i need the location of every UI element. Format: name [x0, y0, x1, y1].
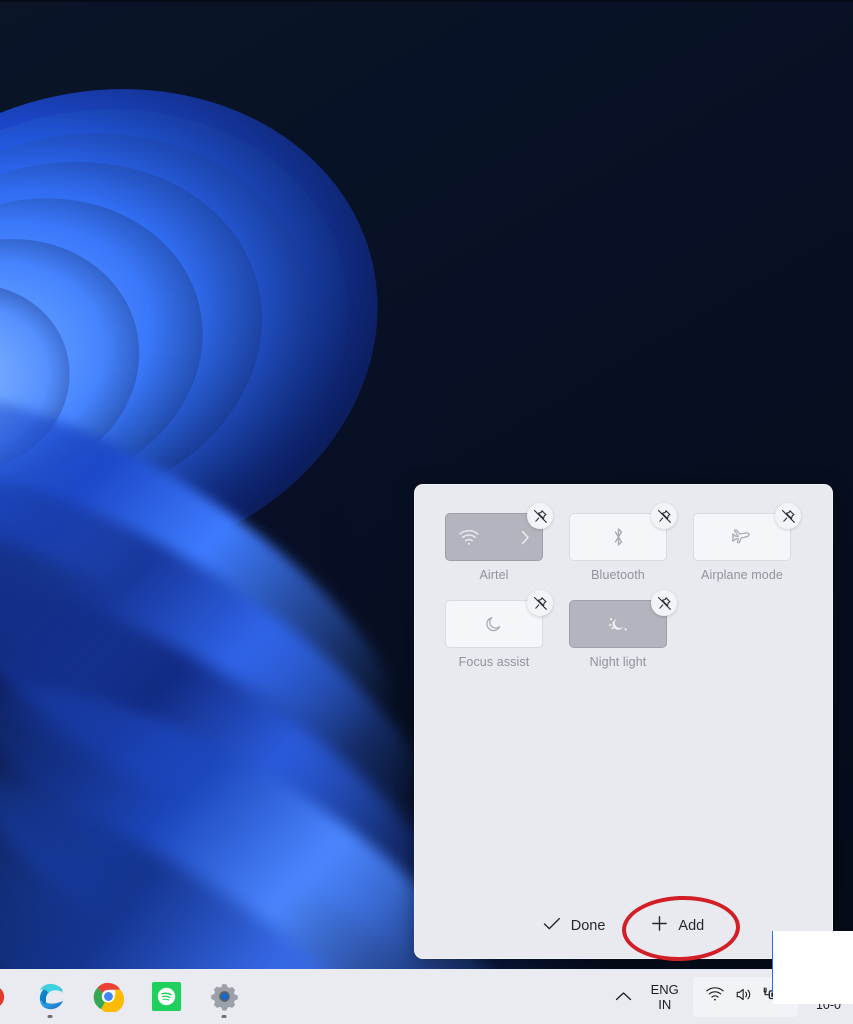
tile-wifi[interactable]: [445, 503, 553, 561]
tile-cell-focus-assist: Focus assist: [445, 590, 553, 669]
tile-label-bluetooth: Bluetooth: [591, 568, 645, 582]
wifi-icon: [458, 529, 480, 546]
taskbar-app-microsoft-edge[interactable]: [30, 969, 70, 1024]
tile-focus-assist[interactable]: [445, 590, 553, 648]
gear-icon: [210, 984, 238, 1011]
done-button[interactable]: Done: [537, 913, 612, 939]
language-indicator[interactable]: ENG IN: [641, 982, 689, 1012]
edge-icon: [39, 983, 63, 1010]
taskbar-running-indicator: [47, 1015, 53, 1018]
chevron-right-icon[interactable]: [521, 530, 530, 545]
bluetooth-icon: [611, 526, 626, 548]
tile-cell-airplane-mode: Airplane mode: [693, 503, 801, 582]
tile-label-night-light: Night light: [589, 655, 647, 669]
tile-row-1: Airtel Bluetooth Airplane mode: [445, 503, 802, 582]
taskbar-app-area: [0, 969, 244, 1024]
tile-cell-night-light: Night light: [569, 590, 677, 669]
tile-label-wifi: Airtel: [479, 568, 509, 582]
desktop-screen: Airtel Bluetooth Airplane mode Focus ass…: [0, 0, 853, 1024]
volume-icon[interactable]: [734, 986, 754, 1008]
plus-icon: [651, 915, 668, 936]
white-overlay-artifact: [773, 931, 853, 1004]
unpin-icon[interactable]: [651, 590, 677, 616]
tile-bluetooth[interactable]: [569, 503, 677, 561]
done-label: Done: [570, 917, 606, 934]
tile-label-focus-assist: Focus assist: [458, 655, 530, 669]
tile-cell-bluetooth: Bluetooth: [569, 503, 677, 582]
quick-settings-tiles-grid: Airtel Bluetooth Airplane mode Focus ass…: [415, 485, 832, 687]
tile-airplane-mode[interactable]: [693, 503, 801, 561]
airplane-icon: [731, 527, 753, 547]
tile-cell-empty: [693, 600, 791, 669]
add-label: Add: [678, 917, 705, 934]
tile-cell-wifi: Airtel: [445, 503, 553, 582]
taskbar-app-google-chrome[interactable]: [88, 969, 128, 1024]
quick-settings-panel[interactable]: Airtel Bluetooth Airplane mode Focus ass…: [414, 484, 833, 959]
taskbar-app-spotify[interactable]: [146, 969, 186, 1024]
taskbar[interactable]: ENG IN 10-0: [0, 969, 853, 1024]
night-light-icon: [606, 613, 630, 635]
unpin-icon[interactable]: [527, 503, 553, 529]
unpin-icon[interactable]: [527, 590, 553, 616]
taskbar-app-partial-red[interactable]: [0, 969, 12, 1024]
taskbar-app-settings[interactable]: [204, 969, 244, 1024]
chrome-icon: [93, 982, 124, 1012]
unpin-icon[interactable]: [775, 503, 801, 529]
taskbar-running-indicator: [221, 1015, 227, 1018]
moon-icon: [484, 614, 504, 634]
screen-top-edge: [0, 0, 853, 2]
language-line1: ENG: [650, 981, 679, 997]
add-button[interactable]: Add: [645, 911, 710, 940]
unpin-icon[interactable]: [651, 503, 677, 529]
tile-night-light[interactable]: [569, 590, 677, 648]
quick-settings-footer: Done Add: [415, 911, 832, 940]
app-icon-partial-red: [0, 987, 5, 1006]
spotify-icon: [151, 981, 181, 1012]
tile-row-2: Focus assist Night light: [445, 590, 802, 669]
chevron-up-icon[interactable]: [607, 977, 641, 1017]
wifi-icon[interactable]: [705, 986, 725, 1007]
check-icon: [543, 917, 561, 935]
tile-label-airplane-mode: Airplane mode: [701, 568, 783, 582]
language-line2: IN: [658, 996, 672, 1012]
